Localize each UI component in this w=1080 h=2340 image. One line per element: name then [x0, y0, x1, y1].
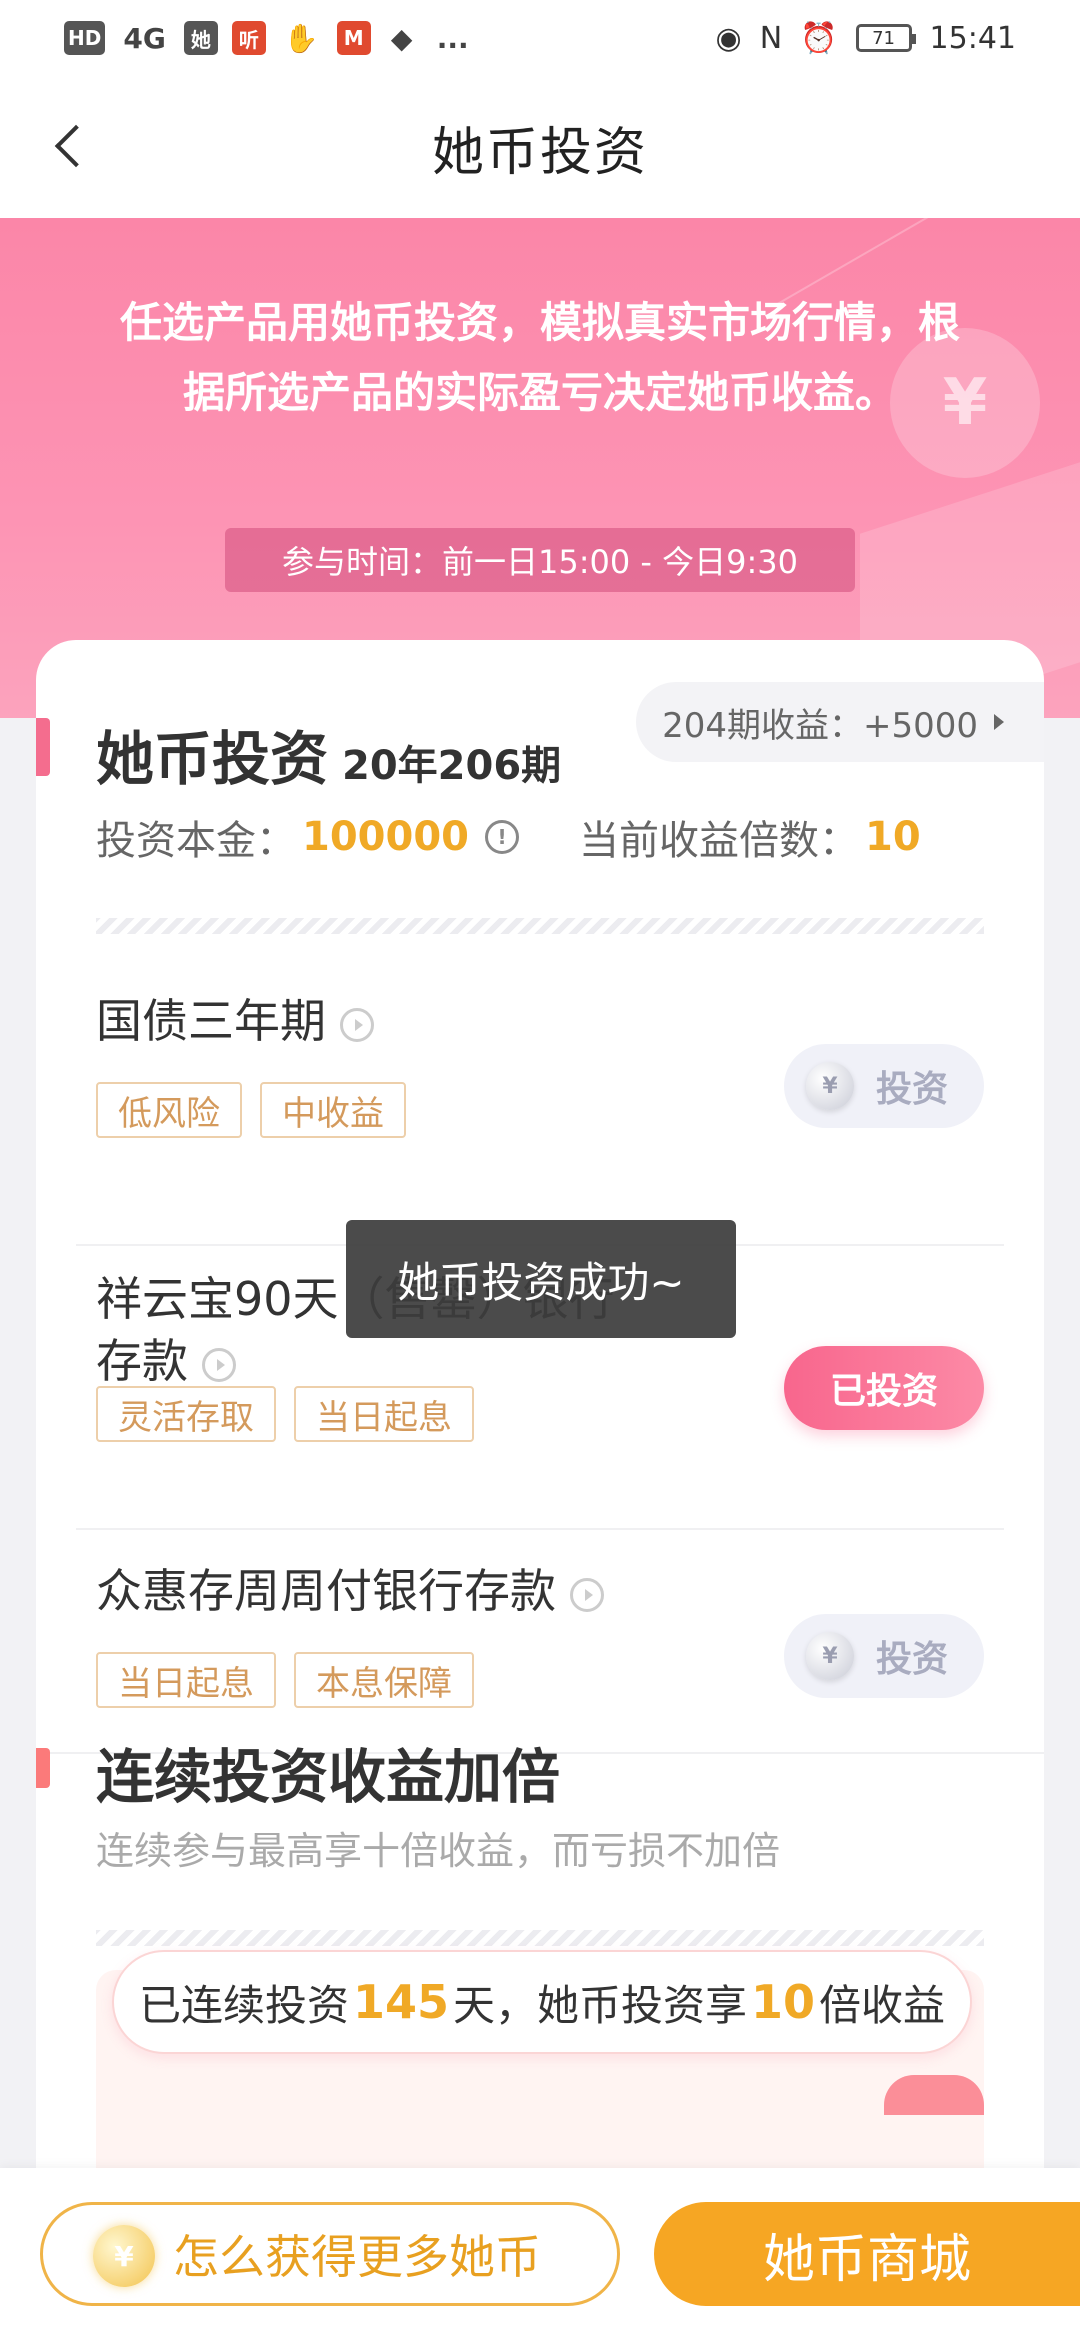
- listen-app-icon: 听: [231, 21, 266, 55]
- invest-button-label: 投资: [875, 1639, 948, 1680]
- invested-button[interactable]: 已投资: [784, 1346, 984, 1430]
- streak-decoration: [884, 2075, 984, 2115]
- product-name-line2: 存款: [96, 1334, 188, 1388]
- product-tag: 当日起息: [294, 1386, 474, 1442]
- clock: 15:41: [929, 20, 1016, 56]
- streak-text-mid: 天，她币投资享: [453, 1980, 748, 2030]
- app-notification-icon: 她: [183, 21, 218, 55]
- product-tag: 本息保障: [294, 1652, 474, 1708]
- investment-title: 她币投资 20年206期: [96, 712, 561, 796]
- nfc-icon: N: [759, 20, 783, 56]
- product-tag: 灵活存取: [96, 1386, 276, 1442]
- invest-button[interactable]: ¥ 投资: [784, 1044, 984, 1128]
- section-accent: [36, 718, 50, 776]
- investment-period: 20年206期: [342, 743, 562, 789]
- streak-multiplier: 10: [751, 1975, 816, 2029]
- product-tag: 中收益: [260, 1082, 406, 1138]
- triangle-right-icon: [994, 714, 1004, 730]
- gold-coin-icon: ¥: [93, 2225, 155, 2287]
- earn-more-coins-button[interactable]: ¥ 怎么获得更多她币: [40, 2202, 620, 2306]
- streak-box: 已连续投资 145 天，她币投资享 10 倍收益: [96, 1950, 984, 2170]
- principal-value: 100000: [302, 814, 469, 860]
- section-accent: [36, 1748, 50, 1788]
- product-tags: 当日起息 本息保障: [96, 1652, 474, 1708]
- status-left: HD 4G 她 听 ✋ M ◆ ...: [64, 21, 473, 55]
- bottom-bar: ¥ 怎么获得更多她币 她币商城: [0, 2168, 1080, 2340]
- product-tags: 低风险 中收益: [96, 1082, 406, 1138]
- invest-button[interactable]: ¥ 投资: [784, 1614, 984, 1698]
- circle-arrow-icon[interactable]: [202, 1347, 236, 1382]
- investment-card: 她币投资 20年206期 204期收益：+5000 投资本金： 100000 !…: [36, 640, 1044, 2170]
- yen-coin-icon: ¥: [806, 1632, 854, 1680]
- page-title: 她币投资: [431, 122, 648, 183]
- streak-subtitle: 连续参与最高享十倍收益，而亏损不加倍: [96, 1829, 781, 1873]
- multiplier-label: 当前收益倍数：: [579, 818, 859, 864]
- hd-icon: HD: [64, 21, 106, 55]
- banner-description: 任选产品用她币投资，模拟真实市场行情，根据所选产品的实际盈亏决定她币收益。: [119, 298, 960, 417]
- success-toast: 她币投资成功~: [346, 1220, 736, 1338]
- streak-status: 已连续投资 145 天，她币投资享 10 倍收益: [112, 1950, 972, 2054]
- nav-bar: 她币投资: [0, 76, 1080, 218]
- streak-days: 145: [352, 1975, 449, 2029]
- alarm-icon: ⏰: [800, 20, 838, 56]
- invest-button-label: 投资: [875, 1069, 948, 1110]
- product-tag: 当日起息: [96, 1652, 276, 1708]
- streak-text-suffix: 倍收益: [819, 1980, 946, 2030]
- investment-stats: 投资本金： 100000 ! 当前收益倍数： 10: [96, 808, 996, 866]
- chevron-left-icon: [54, 124, 98, 168]
- earn-more-coins-label: 怎么获得更多她币: [173, 2230, 541, 2284]
- eye-icon: ◉: [715, 20, 742, 56]
- bank-icon: M: [336, 21, 371, 55]
- product-tags: 灵活存取 当日起息: [96, 1386, 474, 1442]
- yen-coin-icon: ¥: [806, 1062, 854, 1110]
- product-name: 国债三年期: [96, 990, 374, 1052]
- product-item[interactable]: 国债三年期 低风险 中收益 ¥ 投资: [76, 960, 1004, 1246]
- more-notifications-icon: ...: [436, 21, 469, 55]
- hatched-divider: [96, 918, 984, 934]
- battery-icon: 71: [855, 24, 916, 52]
- streak-title: 连续投资收益加倍: [96, 1743, 561, 1811]
- product-tag: 低风险: [96, 1082, 242, 1138]
- history-earnings-label: 204期收益：+5000: [662, 705, 978, 746]
- multiplier-value: 10: [865, 814, 921, 860]
- penguin-icon: ◆: [390, 21, 413, 55]
- product-item[interactable]: 众惠存周周付银行存款 当日起息 本息保障 ¥ 投资: [76, 1530, 1004, 1752]
- history-earnings-link[interactable]: 204期收益：+5000: [636, 682, 1044, 762]
- hatched-divider: [96, 1930, 984, 1946]
- product-name-text: 众惠存周周付银行存款: [96, 1564, 556, 1618]
- info-icon[interactable]: !: [485, 820, 519, 854]
- participation-time: 参与时间：前一日15:00 - 今日9:30: [225, 528, 855, 592]
- status-right: ◉ N ⏰ 71 15:41: [716, 21, 1016, 56]
- circle-arrow-icon[interactable]: [570, 1577, 604, 1612]
- product-name-text: 国债三年期: [96, 994, 326, 1048]
- streak-text-prefix: 已连续投资: [138, 1980, 349, 2030]
- product-name: 众惠存周周付银行存款: [96, 1560, 604, 1622]
- signal-icon: 4G: [123, 21, 166, 55]
- coin-mall-button[interactable]: 她币商城: [654, 2202, 1080, 2306]
- status-bar: HD 4G 她 听 ✋ M ◆ ... ◉ N ⏰ 71 15:41: [0, 0, 1080, 76]
- circle-arrow-icon[interactable]: [340, 1007, 374, 1042]
- investment-title-text: 她币投资: [96, 725, 329, 793]
- principal-label: 投资本金：: [96, 818, 296, 864]
- hand-icon: ✋: [283, 21, 319, 55]
- back-button[interactable]: [40, 116, 100, 176]
